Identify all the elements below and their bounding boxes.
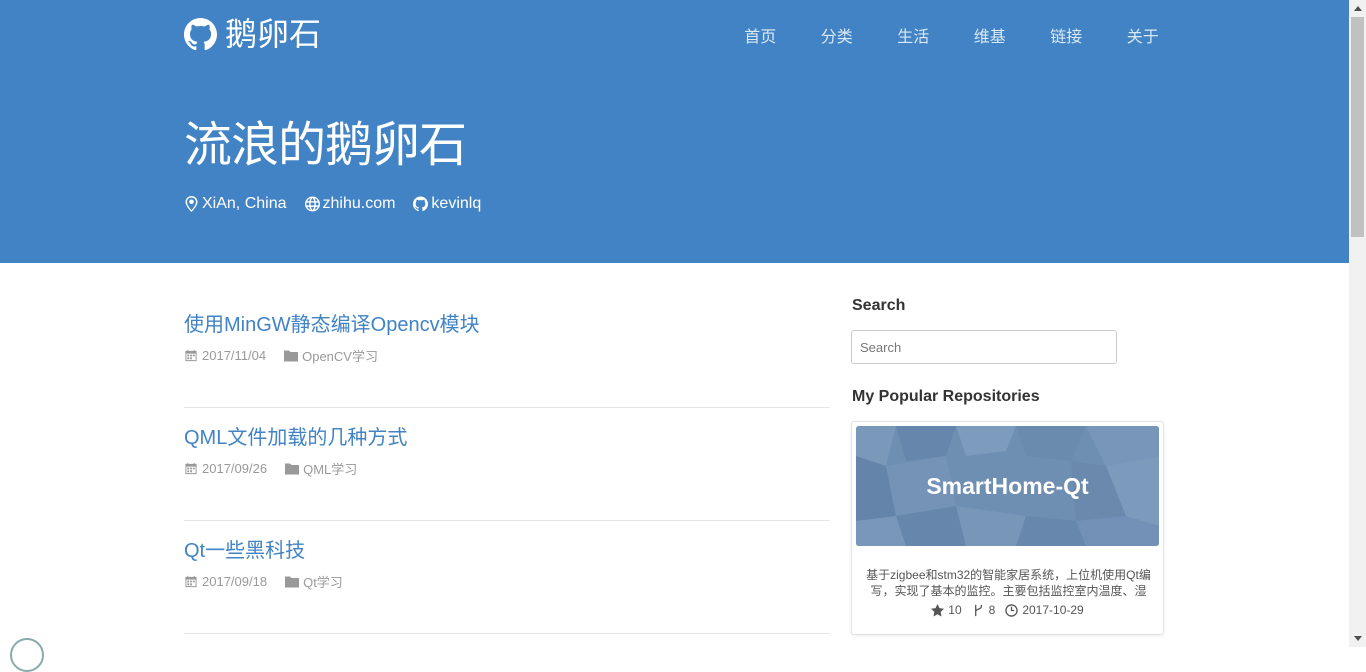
repo-updated: 2017-10-29 <box>1005 603 1084 617</box>
main-nav: 首页 分类 生活 维基 链接 关于 <box>722 28 1181 48</box>
nav-about[interactable]: 关于 <box>1105 28 1182 48</box>
post-category-text[interactable]: Qt学习 <box>303 572 343 591</box>
post-meta: 2017/09/18 Qt学习 <box>184 572 830 591</box>
post-list: 使用MinGW静态编译Opencv模块 2017/11/04 OpenCV学习 … <box>184 296 830 635</box>
post-date: 2017/09/18 <box>184 574 267 589</box>
scroll-thumb[interactable] <box>1351 17 1364 237</box>
post-date: 2017/09/26 <box>184 461 267 476</box>
post-title-link[interactable]: Qt一些黑科技 <box>184 538 830 564</box>
github-meta[interactable]: kevinlq <box>413 195 481 213</box>
nav-links[interactable]: 链接 <box>1028 28 1105 48</box>
repo-card[interactable]: SmartHome-Qt 基于zigbee和stm32的智能家居系统，上位机使用… <box>851 421 1164 635</box>
repo-stars: 10 <box>931 603 962 617</box>
repo-banner[interactable]: SmartHome-Qt <box>856 426 1159 546</box>
search-heading: Search <box>852 297 906 314</box>
page-scrollbar[interactable] <box>1349 0 1366 647</box>
brand-link[interactable]: 鹅卵石 <box>184 16 321 52</box>
post-date: 2017/11/04 <box>184 348 266 363</box>
scroll-up-icon[interactable] <box>1349 0 1366 17</box>
repo-updated-date: 2017-10-29 <box>1022 603 1084 617</box>
nav-home[interactable]: 首页 <box>722 28 799 48</box>
repo-description: 基于zigbee和stm32的智能家居系统，上位机使用Qt编写，实现了基本的监控… <box>866 568 1151 598</box>
post-item: QML文件加载的几种方式 2017/09/26 QML学习 <box>184 409 830 521</box>
post-item: 使用MinGW静态编译Opencv模块 2017/11/04 OpenCV学习 <box>184 296 830 408</box>
folder-icon <box>285 576 300 588</box>
post-title-link[interactable]: QML文件加载的几种方式 <box>184 425 830 451</box>
post-title-link[interactable]: 使用MinGW静态编译Opencv模块 <box>184 312 830 338</box>
search-input[interactable] <box>851 330 1117 364</box>
location-meta: XiAn, China <box>184 195 287 213</box>
fork-icon <box>974 604 982 616</box>
clock-icon <box>1005 603 1019 617</box>
scroll-down-icon[interactable] <box>1349 630 1366 647</box>
star-icon <box>931 603 945 616</box>
calendar-icon <box>185 462 197 475</box>
page-title: 流浪的鹅卵石 <box>184 119 467 172</box>
repo-stats: 10 8 2017-10-29 <box>852 603 1163 617</box>
site-header: 鹅卵石 首页 分类 生活 维基 链接 关于 流浪的鹅卵石 XiAn, China… <box>0 0 1349 263</box>
brand-name: 鹅卵石 <box>225 16 322 52</box>
profile-meta: XiAn, China zhihu.com kevinlq <box>184 195 499 213</box>
nav-life[interactable]: 生活 <box>875 28 952 48</box>
website-meta[interactable]: zhihu.com <box>304 195 396 213</box>
folder-icon <box>285 463 300 475</box>
post-item: Qt一些黑科技 2017/09/18 Qt学习 <box>184 522 830 634</box>
location-pin-icon <box>185 196 198 212</box>
repos-heading: My Popular Repositories <box>852 388 1040 405</box>
website-link[interactable]: zhihu.com <box>323 195 396 213</box>
nav-categories[interactable]: 分类 <box>799 28 876 48</box>
post-category-text[interactable]: OpenCV学习 <box>302 346 378 365</box>
repo-name[interactable]: SmartHome-Qt <box>856 426 1159 546</box>
repo-forks: 8 <box>972 603 996 617</box>
calendar-icon <box>185 349 197 362</box>
github-link[interactable]: kevinlq <box>431 195 481 213</box>
calendar-icon <box>185 575 197 588</box>
repo-forks-count: 8 <box>988 603 996 617</box>
github-small-icon <box>413 196 429 212</box>
post-category[interactable]: OpenCV学习 <box>284 346 378 365</box>
globe-icon <box>304 196 320 212</box>
repo-stars-count: 10 <box>948 603 962 617</box>
post-meta: 2017/11/04 OpenCV学习 <box>184 346 830 365</box>
post-meta: 2017/09/26 QML学习 <box>184 459 830 478</box>
post-date-text: 2017/11/04 <box>202 348 267 363</box>
post-date-text: 2017/09/26 <box>202 461 268 476</box>
post-category[interactable]: Qt学习 <box>285 572 343 591</box>
location-text: XiAn, China <box>202 195 287 212</box>
post-date-text: 2017/09/18 <box>202 574 268 589</box>
github-icon <box>184 17 217 50</box>
folder-icon <box>284 350 299 362</box>
post-category-text[interactable]: QML学习 <box>303 459 357 478</box>
nav-wiki[interactable]: 维基 <box>952 28 1029 48</box>
floating-widget[interactable] <box>10 638 44 672</box>
post-category[interactable]: QML学习 <box>285 459 357 478</box>
